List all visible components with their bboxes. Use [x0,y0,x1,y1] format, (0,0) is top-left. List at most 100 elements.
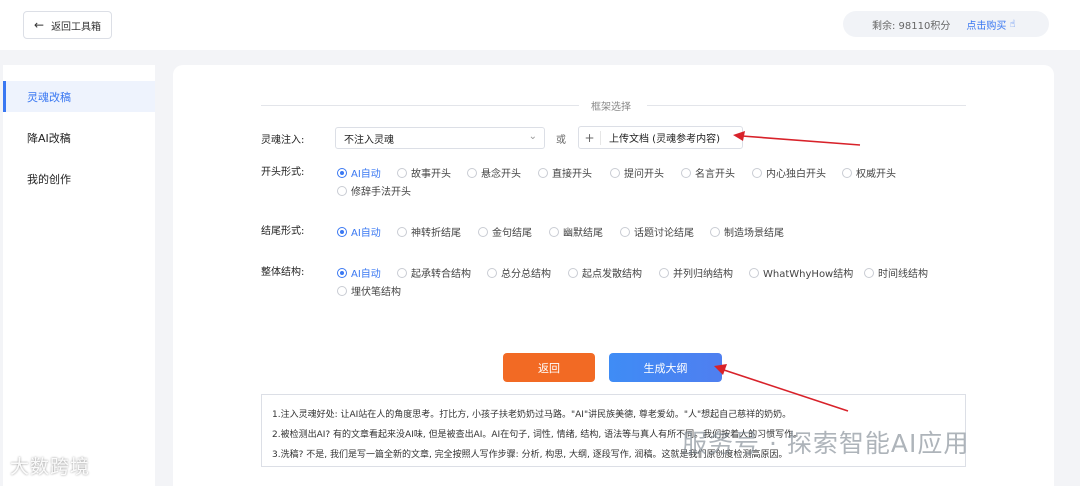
opening-option[interactable]: 直接开头 [538,165,592,180]
structure-option[interactable]: 埋伏笔结构 [337,283,401,298]
sidebar-item-my-creations[interactable]: 我的创作 [3,163,155,194]
sidebar-item-reduce-ai-rewrite[interactable]: 降AI改稿 [3,122,155,153]
soul-injection-label: 灵魂注入: [261,135,305,146]
option-label: AI自动 [351,169,381,180]
structure-option[interactable]: 时间线结构 [864,265,928,280]
annotation-arrow [733,131,861,146]
radio-icon [681,167,691,178]
structure-option[interactable]: 并列归纳结构 [659,265,733,280]
option-label: 悬念开头 [481,169,521,180]
option-label: 幽默结尾 [563,228,603,239]
upload-document-button[interactable]: + 上传文档 (灵魂参考内容) [578,126,743,149]
structure-label: 整体结构: [261,267,305,278]
option-label: 总分总结构 [501,269,551,280]
radio-icon [659,267,669,278]
option-label: 金句结尾 [492,228,532,239]
sidebar-item-label: 灵魂改稿 [27,90,71,104]
annotation-arrow [714,364,849,412]
option-label: WhatWhyHow结构 [763,269,854,280]
radio-icon [568,267,578,278]
radio-icon [749,267,759,278]
sidebar-item-soul-rewrite[interactable]: 灵魂改稿 [3,81,155,112]
option-label: 修辞手法开头 [351,187,411,198]
pointer-hand-icon: ☝ [1009,18,1016,30]
soul-injection-value: 不注入灵魂 [344,134,394,146]
structure-option[interactable]: 总分总结构 [487,265,551,280]
radio-icon [467,167,477,178]
opening-option[interactable]: 修辞手法开头 [337,183,411,198]
top-bar: ← 返回工具箱 剩余: 98110积分 点击购买 ☝ [0,0,1080,50]
radio-icon [752,167,762,178]
option-label: 神转折结尾 [411,228,461,239]
opening-option[interactable]: 提问开头 [610,165,664,180]
radio-icon [337,285,347,296]
structure-option[interactable]: 起承转合结构 [397,265,471,280]
back-button[interactable]: 返回 [503,353,595,382]
radio-icon [620,226,630,237]
option-label: 故事开头 [411,169,451,180]
option-label: 起承转合结构 [411,269,471,280]
radio-icon [397,167,407,178]
ending-option[interactable]: 制造场景结尾 [710,224,784,239]
section-divider: 框架选择 [261,97,966,113]
opening-option[interactable]: 名言开头 [681,165,735,180]
radio-icon [397,226,407,237]
ending-form-label: 结尾形式: [261,226,305,237]
option-label: 内心独白开头 [766,169,826,180]
ending-option[interactable]: 话题讨论结尾 [620,224,694,239]
radio-icon [549,226,559,237]
back-to-toolbox-button[interactable]: ← 返回工具箱 [23,11,112,39]
sidebar: 灵魂改稿 降AI改稿 我的创作 [3,65,155,486]
option-label: AI自动 [351,269,381,280]
option-label: 埋伏笔结构 [351,287,401,298]
ending-option[interactable]: AI自动 [337,224,381,239]
divider-line [647,105,966,106]
option-label: 并列归纳结构 [673,269,733,280]
option-label: 起点发散结构 [582,269,642,280]
opening-option[interactable]: 权威开头 [842,165,896,180]
radio-icon [538,167,548,178]
arrow-left-icon: ← [34,18,45,32]
credits-badge: 剩余: 98110积分 点击购买 ☝ [843,11,1049,37]
or-text: 或 [556,135,566,146]
buy-credits-link[interactable]: 点击购买 [966,17,1006,32]
back-to-toolbox-label: 返回工具箱 [51,21,102,33]
opening-form-label: 开头形式: [261,167,305,178]
structure-option[interactable]: 起点发散结构 [568,265,642,280]
opening-option[interactable]: AI自动 [337,165,381,180]
radio-checked-icon [337,167,347,178]
radio-icon [610,167,620,178]
ending-option[interactable]: 神转折结尾 [397,224,461,239]
watermark-right: 服务号 · 探索智能AI应用 [682,429,970,458]
sidebar-item-label: 我的创作 [27,172,71,186]
option-label: AI自动 [351,228,381,239]
opening-option[interactable]: 内心独白开头 [752,165,826,180]
structure-option[interactable]: WhatWhyHow结构 [749,265,853,280]
upload-document-label: 上传文档 (灵魂参考内容) [609,134,720,145]
structure-option[interactable]: AI自动 [337,265,381,280]
option-label: 制造场景结尾 [724,228,784,239]
option-label: 权威开头 [856,169,896,180]
option-label: 直接开头 [552,169,592,180]
radio-icon [842,167,852,178]
option-label: 时间线结构 [878,269,928,280]
opening-option[interactable]: 故事开头 [397,165,451,180]
radio-icon [487,267,497,278]
radio-checked-icon [337,226,347,237]
radio-icon [710,226,720,237]
radio-icon [478,226,488,237]
opening-option[interactable]: 悬念开头 [467,165,521,180]
watermark-left: 大数跨境 [10,456,91,478]
section-title: 框架选择 [591,102,631,113]
radio-checked-icon [337,267,347,278]
option-label: 提问开头 [624,169,664,180]
radio-icon [397,267,407,278]
option-label: 名言开头 [695,169,735,180]
chevron-down-icon: ⌄ [528,131,537,142]
ending-option[interactable]: 金句结尾 [478,224,532,239]
divider-line [261,105,579,106]
plus-icon: + [579,130,601,145]
ending-option[interactable]: 幽默结尾 [549,224,603,239]
soul-injection-select[interactable]: 不注入灵魂 ⌄ [335,127,545,149]
sidebar-item-label: 降AI改稿 [27,131,71,145]
